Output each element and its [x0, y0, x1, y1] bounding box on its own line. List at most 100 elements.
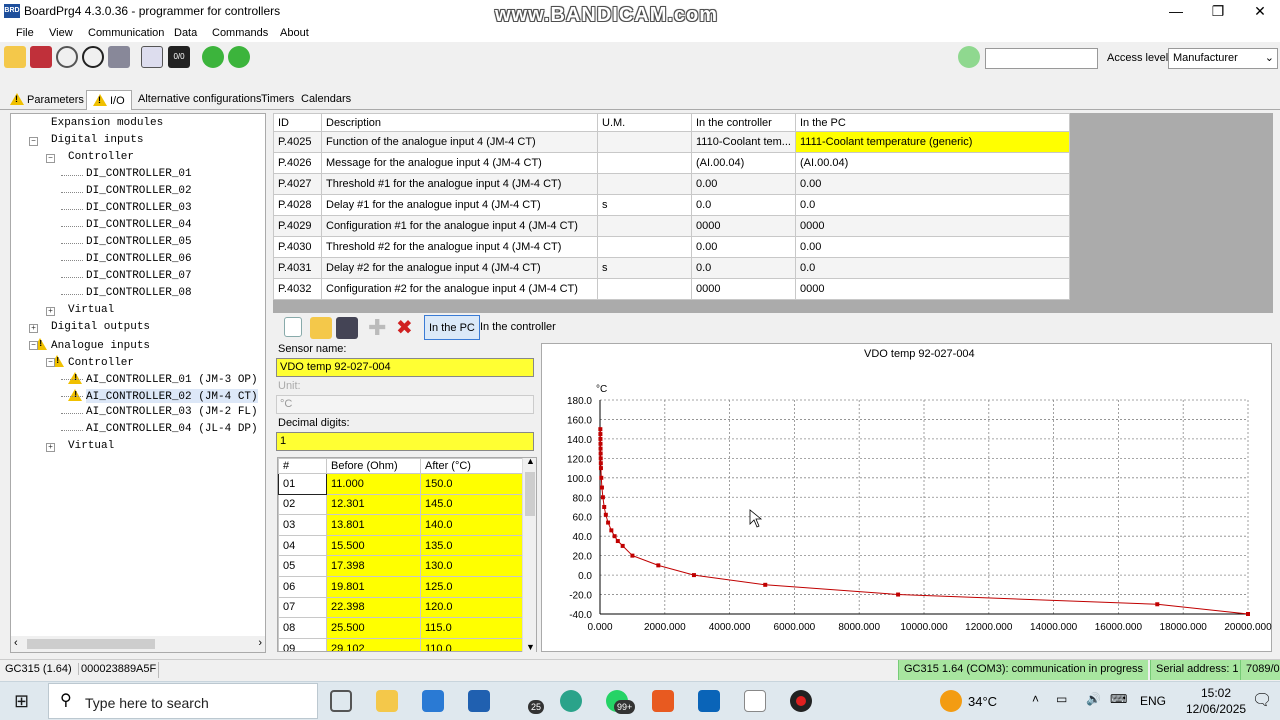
- param-in-pc[interactable]: 0000: [794, 278, 1070, 300]
- tree-node[interactable]: Analogue inputs: [33, 338, 150, 352]
- scroll-left-icon[interactable]: ‹: [14, 637, 18, 649]
- tree-node[interactable]: DI_CONTROLLER_08: [86, 287, 192, 299]
- curve-before-ohm[interactable]: 11.000: [326, 473, 421, 495]
- curve-table-vertical-scrollbar[interactable]: ▲ ▼: [522, 456, 536, 652]
- tree-node[interactable]: DI_CONTROLLER_01: [86, 168, 192, 180]
- param-in-pc[interactable]: (AI.00.04): [794, 152, 1070, 174]
- menu-view[interactable]: View: [49, 27, 73, 39]
- curve-index[interactable]: 06: [278, 575, 327, 598]
- language-indicator[interactable]: ENG: [1140, 694, 1166, 708]
- file-explorer-icon[interactable]: [376, 690, 398, 712]
- connect-icon[interactable]: [56, 46, 78, 68]
- access-level-select[interactable]: Manufacturer ⌄: [1168, 48, 1278, 69]
- collapse-icon[interactable]: −: [46, 154, 55, 163]
- tab-alternative-configurations[interactable]: Alternative configurations: [132, 90, 268, 110]
- parameter-row[interactable]: P.4027 Threshold #1 for the analogue inpu…: [273, 173, 1070, 195]
- scroll-down-icon[interactable]: ▼: [526, 642, 535, 652]
- menu-about[interactable]: About: [280, 27, 309, 39]
- restore-icon[interactable]: [82, 46, 104, 68]
- curve-before-ohm[interactable]: 19.801: [326, 575, 421, 598]
- tree-node[interactable]: DI_CONTROLLER_03: [86, 202, 192, 214]
- tree-node[interactable]: DI_CONTROLLER_05: [86, 236, 192, 248]
- minimize-button[interactable]: —: [1154, 0, 1198, 22]
- expand-icon[interactable]: +: [46, 307, 55, 316]
- col-in-controller[interactable]: In the controller: [691, 113, 796, 132]
- taskbar-search-input[interactable]: Type here to search: [48, 683, 318, 719]
- volume-icon[interactable]: 🔊: [1086, 692, 1101, 706]
- param-in-pc[interactable]: 0.0: [794, 257, 1070, 279]
- tree-node[interactable]: Controller: [50, 355, 134, 369]
- tree-node[interactable]: Expansion modules: [51, 117, 163, 129]
- curve-index[interactable]: 05: [278, 555, 327, 577]
- curve-after-c[interactable]: 110.0: [420, 637, 523, 651]
- tree-node[interactable]: Controller: [68, 151, 134, 163]
- param-in-pc[interactable]: 0000: [794, 215, 1070, 237]
- menu-commands[interactable]: Commands: [212, 27, 268, 39]
- menu-communication[interactable]: Communication: [88, 27, 164, 39]
- curve-after-c[interactable]: 125.0: [420, 575, 523, 598]
- scrollbar-thumb[interactable]: [525, 472, 535, 516]
- tree-node[interactable]: Virtual: [68, 440, 114, 452]
- curve-row[interactable]: 02 12.301 145.0: [278, 493, 523, 516]
- curve-before-ohm[interactable]: 25.500: [326, 617, 421, 639]
- network-icon[interactable]: ▭: [1056, 692, 1067, 706]
- tree-node[interactable]: AI_CONTROLLER_03 (JM-2 FL): [86, 406, 258, 418]
- menu-file[interactable]: File: [16, 27, 34, 39]
- tree-node[interactable]: Digital outputs: [51, 321, 150, 333]
- menu-data[interactable]: Data: [174, 27, 197, 39]
- curve-index[interactable]: 04: [278, 534, 327, 557]
- collapse-icon[interactable]: −: [46, 358, 55, 367]
- open-folder-icon[interactable]: [4, 46, 26, 68]
- curve-row[interactable]: 01 11.000 150.0: [278, 473, 523, 495]
- notepad-icon[interactable]: [744, 690, 766, 712]
- curve-after-c[interactable]: 135.0: [420, 534, 523, 557]
- parameter-row[interactable]: P.4026 Message for the analogue input 4 (…: [273, 152, 1070, 174]
- col-description[interactable]: Description: [321, 113, 598, 132]
- outlook-icon[interactable]: [698, 690, 720, 712]
- param-in-pc[interactable]: 0.00: [794, 173, 1070, 195]
- tray-chevron-icon[interactable]: ˄: [1032, 692, 1039, 706]
- delete-icon[interactable]: ✖: [396, 318, 413, 338]
- curve-index[interactable]: 03: [278, 514, 327, 536]
- notifications-icon[interactable]: 🗨: [1252, 690, 1272, 710]
- tree-node[interactable]: DI_CONTROLLER_06: [86, 253, 192, 265]
- toggle-in-controller[interactable]: In the controller: [476, 315, 560, 340]
- curve-row[interactable]: 05 17.398 130.0: [278, 555, 523, 577]
- col-id[interactable]: ID: [273, 113, 322, 132]
- mail-icon[interactable]: [422, 690, 444, 712]
- curve-before-ohm[interactable]: 29.102: [326, 637, 421, 651]
- weather-icon[interactable]: [940, 690, 962, 712]
- curve-after-c[interactable]: 130.0: [420, 555, 523, 577]
- clock-date[interactable]: 12/06/2025: [1186, 702, 1246, 716]
- maximize-button[interactable]: ❐: [1196, 0, 1240, 22]
- save-icon[interactable]: [30, 46, 52, 68]
- bandicam-icon[interactable]: [790, 690, 812, 712]
- parameter-row[interactable]: P.4028 Delay #1 for the analogue input 4 …: [273, 194, 1070, 216]
- download-icon[interactable]: [202, 46, 224, 68]
- curve-before-ohm[interactable]: 22.398: [326, 596, 421, 619]
- tree-node[interactable]: AI_CONTROLLER_01 (JM-3 OP): [68, 372, 258, 386]
- tools-icon[interactable]: [141, 46, 163, 68]
- parameter-row[interactable]: P.4029 Configuration #1 for the analogue …: [273, 215, 1070, 237]
- tab-io[interactable]: I/O: [86, 90, 132, 110]
- open-folder-icon[interactable]: [310, 317, 332, 339]
- curve-before-ohm[interactable]: 17.398: [326, 555, 421, 577]
- tab-parameters[interactable]: Parameters: [4, 90, 90, 110]
- parameter-row[interactable]: P.4031 Delay #2 for the analogue input 4 …: [273, 257, 1070, 279]
- curve-after-c[interactable]: 120.0: [420, 596, 523, 619]
- brave-icon[interactable]: [652, 690, 674, 712]
- tab-timers[interactable]: Timers: [255, 90, 300, 110]
- scroll-right-icon[interactable]: ›: [258, 637, 262, 649]
- curve-index[interactable]: 01: [278, 473, 327, 495]
- sensor-name-field[interactable]: VDO temp 92-027-004: [276, 358, 534, 377]
- counter-icon[interactable]: 0/0: [168, 46, 190, 68]
- windows-start-icon[interactable]: ⊞: [14, 692, 29, 710]
- upload-icon[interactable]: [228, 46, 250, 68]
- parameter-row[interactable]: P.4030 Threshold #2 for the analogue inpu…: [273, 236, 1070, 258]
- col-index[interactable]: #: [278, 458, 327, 474]
- param-in-pc[interactable]: 1111-Coolant temperature (generic): [794, 131, 1070, 153]
- collapse-icon[interactable]: −: [29, 137, 38, 146]
- store-icon[interactable]: [468, 690, 490, 712]
- tree-node[interactable]: DI_CONTROLLER_04: [86, 219, 192, 231]
- search-icon[interactable]: [958, 46, 980, 68]
